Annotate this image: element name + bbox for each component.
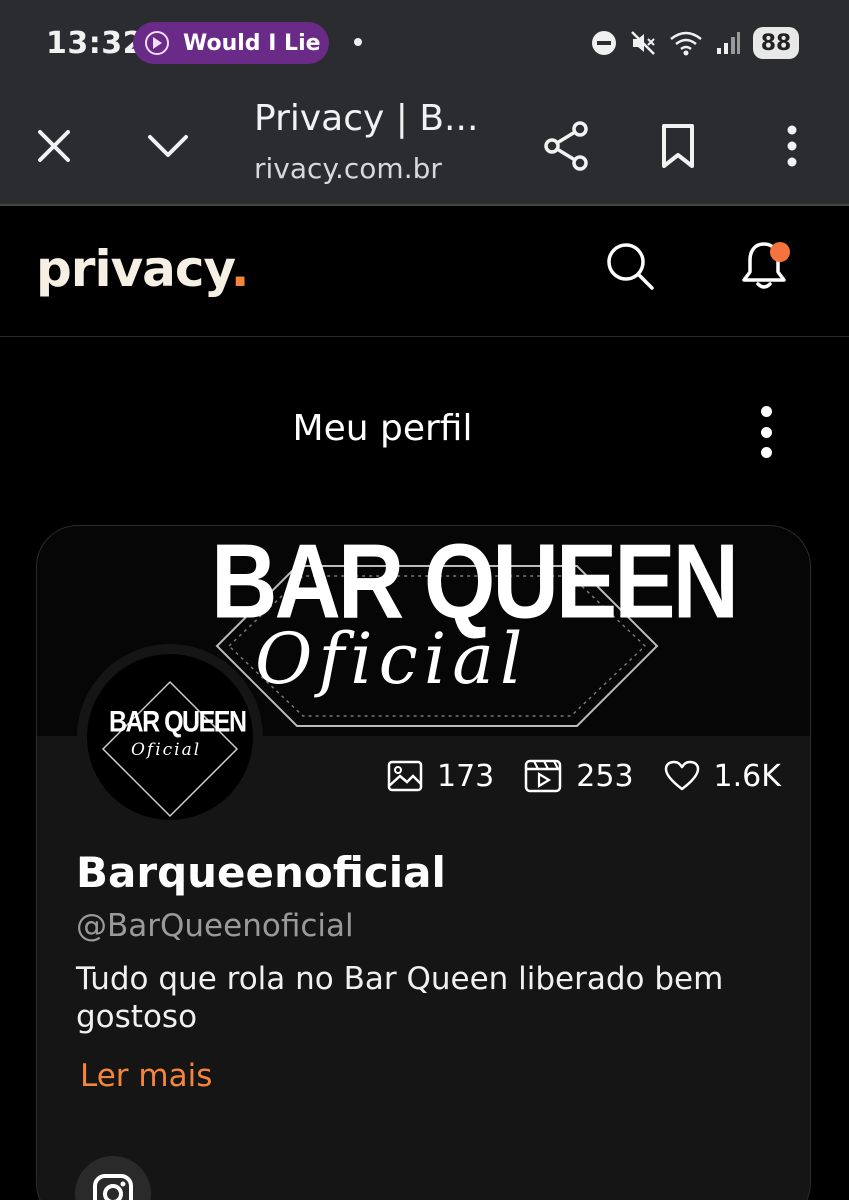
- image-icon: [387, 760, 423, 792]
- bookmark-icon: [662, 124, 694, 168]
- play-icon: [145, 31, 169, 55]
- profile-bio: Tudo que rola no Bar Queen liberado bem …: [76, 961, 724, 1035]
- signal-icon: [717, 32, 740, 54]
- heart-icon: [664, 760, 699, 791]
- kebab-menu-icon: [787, 125, 797, 167]
- url-display[interactable]: rivacy.com.br: [254, 152, 442, 185]
- browser-menu-button[interactable]: [752, 86, 832, 206]
- battery-indicator: 88: [753, 27, 799, 59]
- photos-count[interactable]: 173: [387, 759, 494, 794]
- system-icons: 88: [591, 27, 799, 59]
- notification-badge: [770, 242, 790, 262]
- privacy-logo[interactable]: privacy.: [36, 240, 250, 298]
- status-time: 13:32: [46, 26, 144, 61]
- search-icon: [607, 243, 654, 290]
- page-title: Meu perfil: [292, 408, 473, 449]
- instagram-link[interactable]: [75, 1156, 151, 1200]
- minimize-tab-button[interactable]: [128, 86, 208, 206]
- search-button[interactable]: [600, 236, 660, 296]
- read-more-link[interactable]: Ler mais: [80, 1058, 212, 1094]
- notification-dot-icon: [354, 38, 362, 46]
- notifications-button[interactable]: [734, 236, 794, 296]
- profile-name: Barqueenoficial: [76, 848, 446, 897]
- avatar-title: BAR QUEEN: [109, 705, 247, 739]
- video-icon: [525, 759, 562, 793]
- wifi-icon: [670, 31, 702, 56]
- media-playing-pill[interactable]: Would I Lie: [133, 22, 329, 64]
- share-icon: [544, 121, 588, 171]
- instagram-icon: [93, 1174, 133, 1200]
- profile-handle: @BarQueenoficial: [76, 908, 354, 944]
- media-label: Would I Lie: [183, 30, 321, 56]
- profile-stats: 173 253 1.6K: [387, 756, 810, 796]
- chevron-down-icon: [148, 135, 188, 157]
- banner-script: Oficial: [255, 618, 529, 700]
- status-bar: 13:32 Would I Lie 88: [0, 0, 849, 86]
- close-icon: [38, 130, 70, 162]
- close-tab-button[interactable]: [14, 86, 94, 206]
- avatar[interactable]: BAR QUEEN Oficial: [77, 644, 263, 830]
- videos-count[interactable]: 253: [524, 759, 634, 794]
- tab-title: Privacy | B...: [254, 98, 479, 139]
- share-button[interactable]: [526, 86, 606, 206]
- bookmark-button[interactable]: [638, 86, 718, 206]
- avatar-script: Oficial: [131, 740, 202, 760]
- site-header: privacy.: [0, 206, 849, 337]
- mute-icon: [631, 31, 655, 55]
- profile-card: BAR QUEEN Oficial BAR QUEEN Oficial 173 …: [36, 525, 811, 1200]
- browser-toolbar: Privacy | B... rivacy.com.br: [0, 86, 849, 206]
- likes-count[interactable]: 1.6K: [664, 759, 781, 794]
- do-not-disturb-icon: [592, 31, 616, 55]
- profile-options-button[interactable]: [746, 400, 786, 464]
